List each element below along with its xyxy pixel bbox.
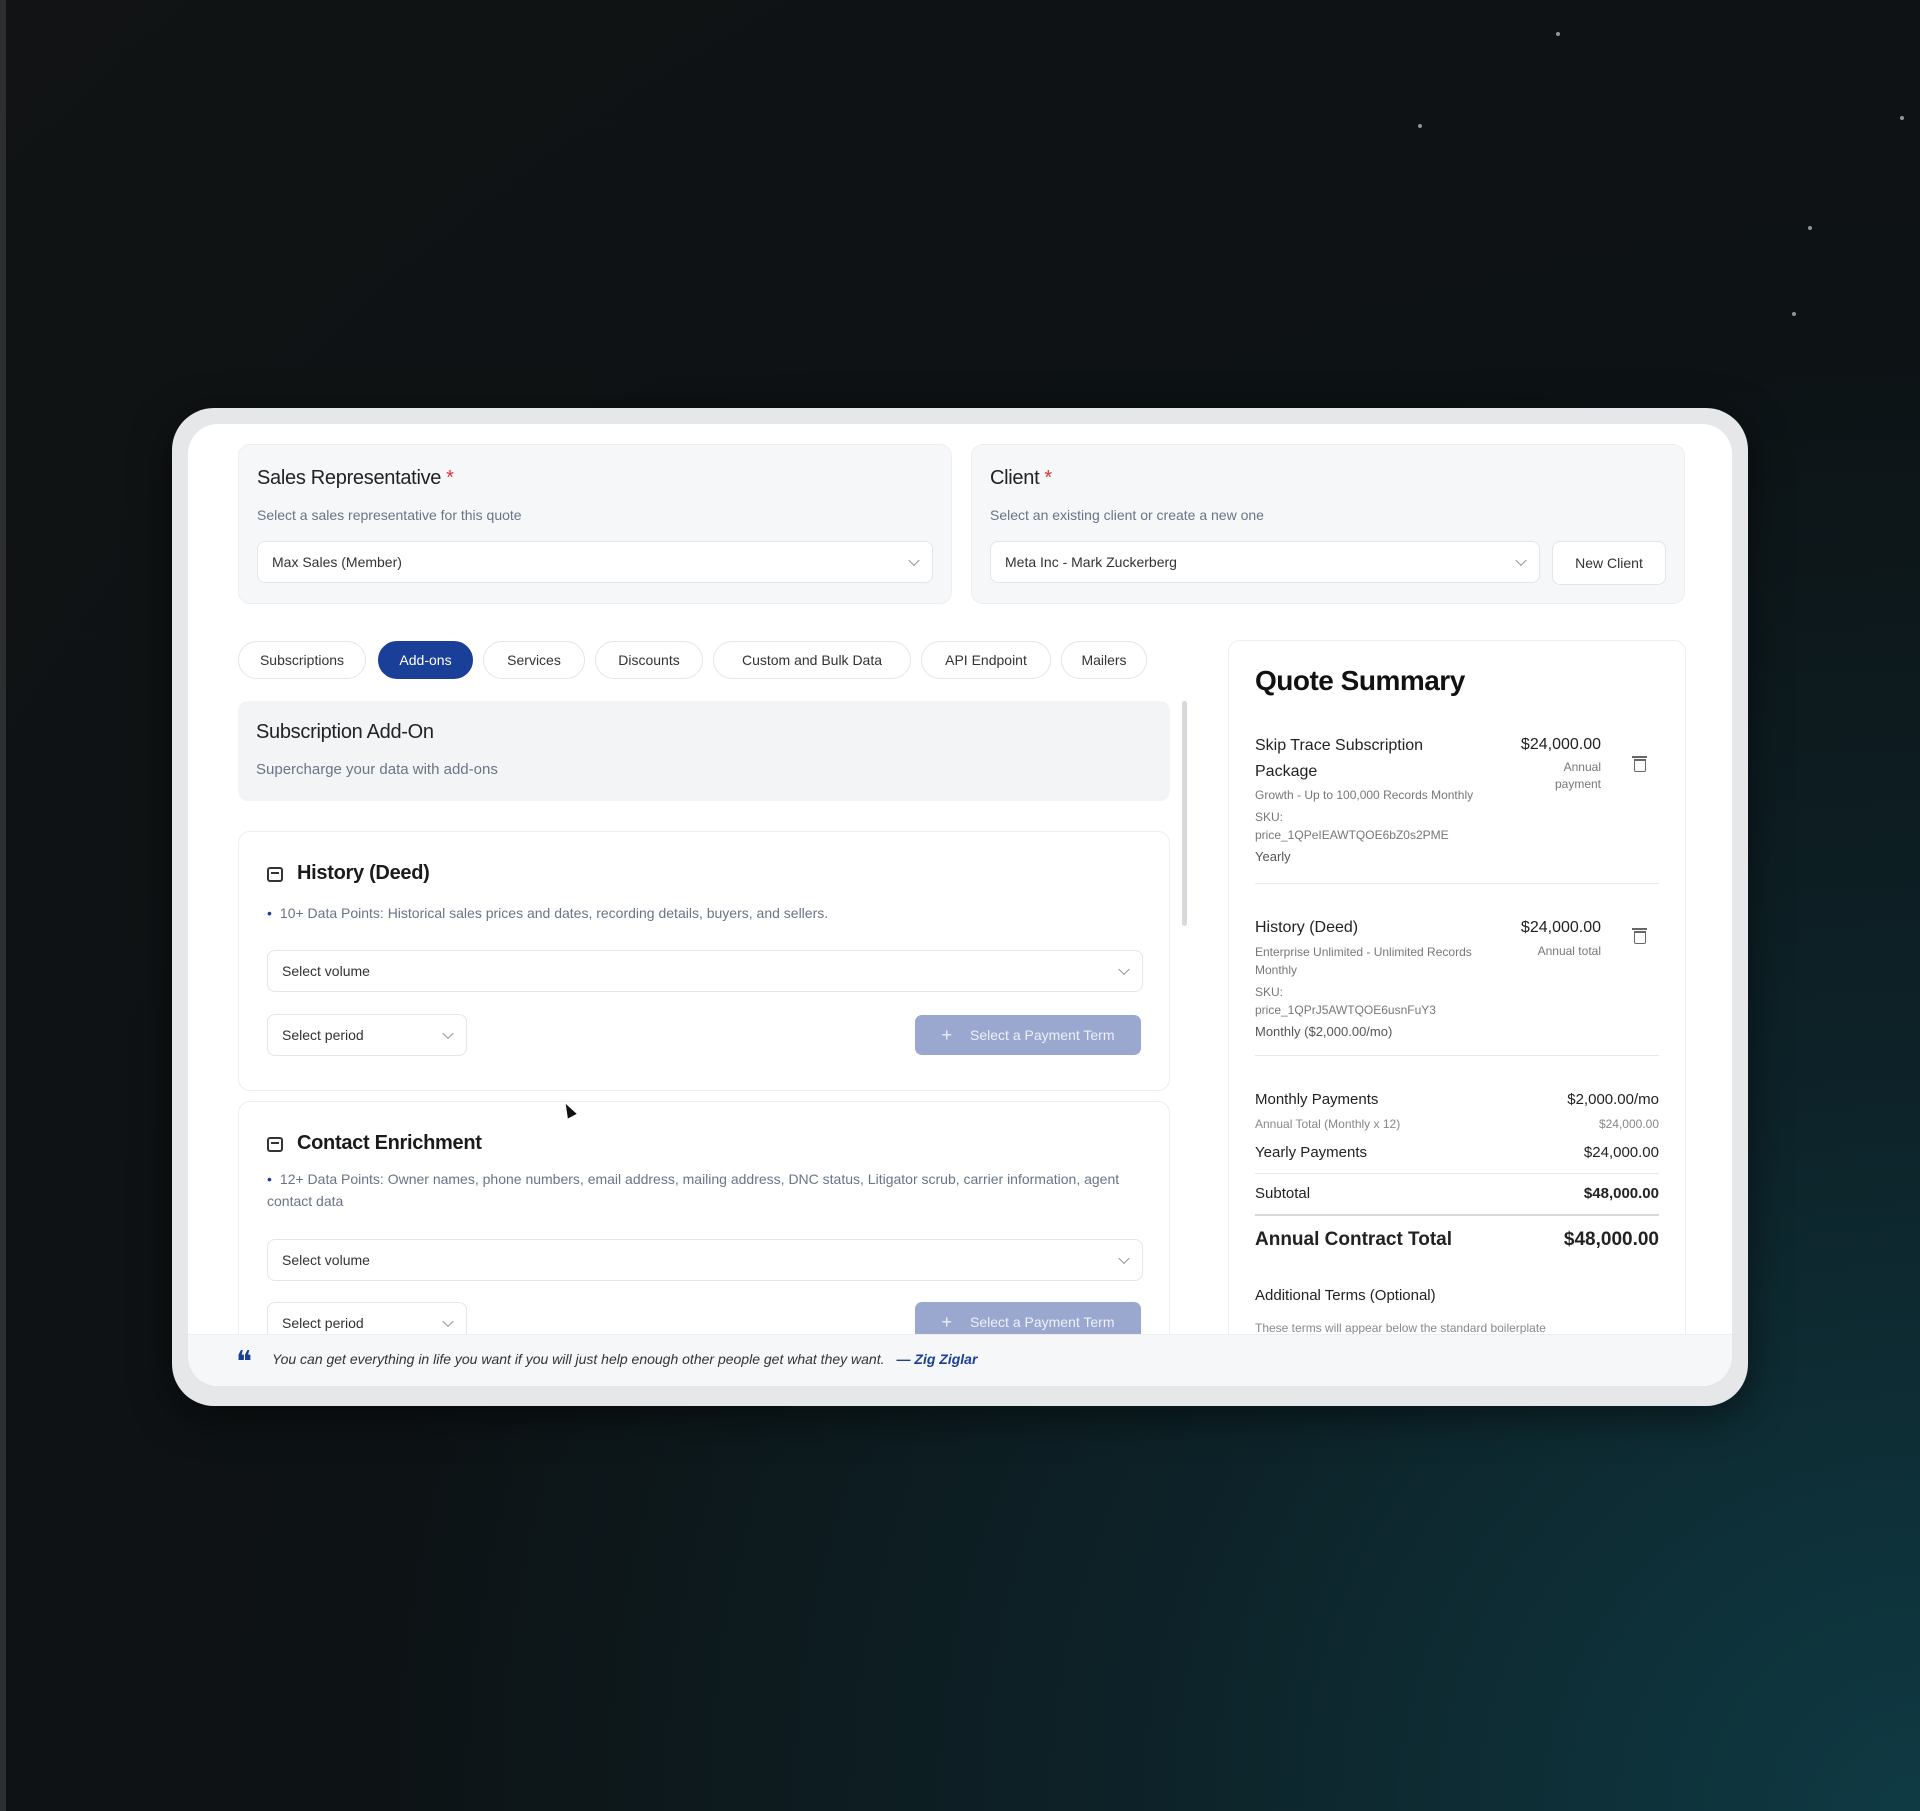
addon-card-history-deed: History (Deed) • 10+ Data Points: Histori… [238,831,1170,1091]
volume-placeholder: Select volume [282,963,370,979]
calendar-icon [267,867,283,882]
divider [1255,1055,1659,1056]
additional-terms-hint: These terms will appear below the standa… [1255,1321,1546,1335]
summary-item-amount: $24,000.00 [1520,919,1601,936]
star [1808,226,1812,230]
sales-rep-value: Max Sales (Member) [272,554,402,570]
yearly-payments-label: Yearly Payments [1255,1144,1368,1161]
tab-subscriptions[interactable]: Subscriptions [238,641,366,679]
period-placeholder: Select period [282,1315,364,1331]
volume-placeholder: Select volume [282,1252,370,1268]
footer-quote-bar: ❝ You can get everything in life you wan… [188,1334,1732,1386]
monthly-payments-label: Monthly Payments [1255,1091,1379,1108]
summary-item-amount-note: Annual payment [1554,760,1601,791]
tab-api-endpoint[interactable]: API Endpoint [921,641,1051,679]
client-card: Client * Select an existing client or cre… [971,444,1685,604]
trash-icon[interactable] [1632,756,1647,772]
star [1556,32,1560,36]
bullet: • [267,905,272,921]
contract-total-label: Annual Contract Total [1255,1229,1453,1250]
tab-add-ons[interactable]: Add-ons [378,641,473,679]
addon-description: • 10+ Data Points: Historical sales price… [267,905,829,921]
quote-summary-panel: Quote Summary Skip Trace Subscription Pa… [1228,640,1686,1386]
addon-title: Contact Enrichment [297,1132,482,1154]
quote-text: You can get everything in life you want … [272,1351,885,1367]
tab-services[interactable]: Services [483,641,585,679]
tab-mailers[interactable]: Mailers [1061,641,1147,679]
period-placeholder: Select period [282,1027,364,1043]
subtotal-value: $48,000.00 [1583,1185,1659,1202]
tab-discounts[interactable]: Discounts [595,641,703,679]
annual-total-label: Annual Total (Monthly x 12) [1255,1117,1401,1131]
sales-rep-card: Sales Representative * Select a sales rep… [238,444,952,604]
chevron-down-icon [1118,1252,1130,1265]
sales-rep-select[interactable]: Max Sales (Member) [257,541,933,583]
trash-icon[interactable] [1632,928,1647,944]
divider [1255,1214,1659,1216]
new-client-button[interactable]: New Client [1552,541,1666,585]
chevron-down-icon [908,554,920,567]
summary-item-amount: $24,000.00 [1520,736,1601,753]
star [1900,116,1904,120]
chevron-down-icon [1118,963,1130,976]
divider [1255,1173,1659,1174]
star [1418,124,1422,128]
chevron-down-icon [442,1315,454,1328]
chevron-down-icon [442,1027,454,1040]
summary-item-name: History (Deed) [1255,919,1359,936]
sales-rep-subtitle: Select a sales representative for this q… [257,507,522,523]
quote-author: — Zig Ziglar [896,1351,978,1367]
required-mark: * [1044,467,1052,489]
bullet: • [267,1171,272,1187]
addon-section-subtitle: Supercharge your data with add-ons [256,761,498,778]
summary-item-name: Skip Trace Subscription Package [1255,737,1424,780]
summary-item-details: Growth - Up to 100,000 Records Monthly S… [1255,788,1474,864]
addon-section-header: Subscription Add-On Supercharge your dat… [238,701,1170,801]
quote-builder-window: Sales Representative * Select a sales rep… [188,424,1732,1386]
sales-rep-title: Sales Representative * [257,467,454,489]
chevron-down-icon [1515,554,1527,567]
footer-quote: You can get everything in life you want … [272,1351,977,1367]
summary-item-amount-note: Annual total [1537,944,1601,958]
calendar-icon [267,1137,283,1152]
star [1792,312,1796,316]
required-mark: * [446,467,454,489]
client-select[interactable]: Meta Inc - Mark Zuckerberg [990,541,1540,583]
quote-icon: ❝ [236,1345,253,1380]
addon-section-title: Subscription Add-On [256,721,434,743]
plus-icon: + [941,1311,953,1332]
client-value: Meta Inc - Mark Zuckerberg [1005,554,1177,570]
left-edge [0,0,6,1811]
monthly-payments-value: $2,000.00/mo [1567,1091,1659,1108]
addon-description: • 12+ Data Points: Owner names, phone num… [267,1171,1120,1209]
volume-select[interactable]: Select volume [267,1239,1143,1281]
volume-select[interactable]: Select volume [267,950,1143,992]
subtotal-label: Subtotal [1255,1185,1311,1202]
scrollbar[interactable] [1182,701,1187,926]
tab-custom-and-bulk-data[interactable]: Custom and Bulk Data [713,641,911,679]
period-select[interactable]: Select period [267,1014,467,1056]
quote-summary-title: Quote Summary [1255,665,1465,696]
summary-item-details: Enterprise Unlimited - Unlimited Records… [1255,945,1472,1039]
addon-title: History (Deed) [297,862,430,884]
additional-terms-label: Additional Terms (Optional) [1255,1287,1436,1304]
divider [1255,883,1659,884]
select-payment-term-button[interactable]: + Select a Payment Term [915,1015,1141,1055]
plus-icon: + [941,1024,953,1045]
contract-total-value: $48,000.00 [1563,1229,1659,1250]
client-subtitle: Select an existing client or create a ne… [990,507,1264,523]
client-title: Client * [990,467,1052,489]
yearly-payments-value: $24,000.00 [1583,1144,1659,1161]
annual-total-value: $24,000.00 [1598,1117,1659,1131]
